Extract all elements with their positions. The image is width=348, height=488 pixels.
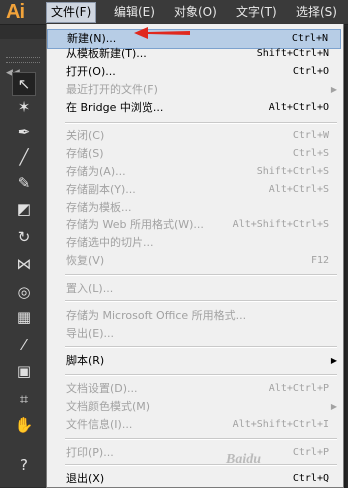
submenu-arrow-icon: ▶ (330, 85, 337, 94)
annotation-arrow-icon (134, 27, 190, 39)
menu-item-label: 存储为 Web 所用格式(W)... (66, 218, 204, 231)
menu-item-label: 存储为模板... (66, 201, 132, 214)
submenu-arrow-icon: ▶ (330, 356, 337, 365)
symbol-sprayer-icon[interactable]: ▣ (13, 360, 35, 382)
menu-separator (65, 122, 337, 124)
menu-item-shortcut: Shift+Ctrl+N (256, 48, 329, 59)
menu-item-label: 关闭(C) (66, 129, 105, 142)
menu-separator (65, 346, 337, 348)
menu-item-save-copy: 存储副本(Y)... Alt+Ctrl+S (47, 181, 341, 199)
selection-tool-icon[interactable]: ↖ (12, 72, 36, 96)
menu-separator (65, 300, 337, 302)
menu-select[interactable]: 选择(S) (292, 3, 341, 22)
menu-type[interactable]: 文字(T) (232, 3, 281, 22)
menu-item-recent-files: 最近打开的文件(F) ▶ (47, 81, 341, 99)
menu-item-label: 从模板新建(T)... (66, 47, 147, 60)
menu-item-print: 打印(P)... Ctrl+P (47, 444, 341, 462)
submenu-arrow-icon: ▶ (330, 402, 337, 411)
eyedropper-icon[interactable]: ⁄ (13, 334, 35, 356)
menu-item-shortcut: Ctrl+O (292, 66, 329, 77)
hand-icon[interactable]: ✋ (13, 414, 35, 436)
mesh-icon[interactable]: ▦ (13, 306, 35, 328)
paintbrush-icon[interactable]: ✎ (13, 172, 35, 194)
menu-item-export: 导出(E)... (47, 325, 341, 343)
menu-item-label: 恢复(V) (66, 254, 105, 267)
menu-item-label: 存储副本(Y)... (66, 183, 136, 196)
menu-item-label: 存储为 Microsoft Office 所用格式... (66, 309, 247, 322)
menu-item-save-as-template: 存储为模板... (47, 199, 341, 217)
shape-builder-icon[interactable]: ◎ (13, 281, 35, 303)
menu-item-shortcut: Alt+Ctrl+O (268, 102, 329, 113)
menu-separator (65, 274, 337, 276)
menu-item-label: 退出(X) (66, 472, 105, 485)
menu-item-shortcut: Ctrl+Q (292, 473, 329, 484)
menu-item-shortcut: F12 (310, 255, 329, 266)
menu-item-label: 打开(O)... (66, 65, 116, 78)
menu-item-save-for-office: 存储为 Microsoft Office 所用格式... (47, 307, 341, 325)
menu-separator (65, 438, 337, 440)
menu-item-shortcut: Alt+Ctrl+S (268, 184, 329, 195)
eraser-icon[interactable]: ◩ (13, 198, 35, 220)
menu-item-shortcut: Ctrl+S (292, 148, 329, 159)
menu-item-browse-in-bridge[interactable]: 在 Bridge 中浏览... Alt+Ctrl+O (47, 99, 341, 117)
menu-item-shortcut: Ctrl+W (292, 130, 329, 141)
menu-file[interactable]: 文件(F) (46, 2, 97, 23)
menu-item-save-for-web: 存储为 Web 所用格式(W)... Alt+Shift+Ctrl+S (47, 216, 341, 234)
magic-wand-icon[interactable]: ✶ (13, 96, 35, 118)
menu-item-label: 置入(L)... (66, 282, 114, 295)
watermark: Baidu (226, 452, 262, 467)
menu-item-save-as: 存储为(A)... Shift+Ctrl+S (47, 163, 341, 181)
menu-item-document-setup: 文档设置(D)... Alt+Ctrl+P (47, 380, 341, 398)
width-tool-icon[interactable]: ⋈ (13, 253, 35, 275)
menu-item-revert: 恢复(V) F12 (47, 252, 341, 270)
menu-item-label: 最近打开的文件(F) (66, 83, 158, 96)
menu-item-open[interactable]: 打开(O)... Ctrl+O (47, 63, 341, 81)
menu-item-label: 脚本(R) (66, 354, 105, 367)
menu-item-label: 文件信息(I)... (66, 418, 133, 431)
menu-item-save-selected-slices: 存储选中的切片... (47, 234, 341, 252)
menu-bar: Ai 文件(F) 编辑(E) 对象(O) 文字(T) 选择(S) (0, 0, 348, 25)
illustrator-logo: Ai (6, 1, 25, 23)
help-icon[interactable]: ? (13, 454, 35, 476)
menu-edit[interactable]: 编辑(E) (110, 3, 159, 22)
menu-item-scripts[interactable]: 脚本(R) ▶ (47, 352, 341, 370)
tools-panel: ◀◀ ↖✶✒╱✎◩↻⋈◎▦⁄▣⌗✋? (0, 25, 47, 487)
artboard-icon[interactable]: ⌗ (13, 388, 35, 410)
menu-separator (65, 464, 337, 466)
menu-item-label: 存储(S) (66, 147, 104, 160)
line-tool-icon[interactable]: ╱ (13, 146, 35, 168)
menu-object[interactable]: 对象(O) (170, 3, 221, 22)
menu-item-shortcut: Shift+Ctrl+S (256, 166, 329, 177)
menu-item-shortcut: Alt+Shift+Ctrl+S (232, 219, 329, 230)
menu-item-shortcut: Alt+Ctrl+P (268, 383, 329, 394)
menu-item-label: 存储选中的切片... (66, 236, 154, 249)
file-menu-dropdown: 新建(N)... Ctrl+N 从模板新建(T)... Shift+Ctrl+N 打开(… (46, 24, 344, 488)
menu-item-close: 关闭(C) Ctrl+W (47, 127, 341, 145)
rotate-icon[interactable]: ↻ (13, 226, 35, 248)
menu-separator (65, 374, 337, 376)
menu-item-label: 在 Bridge 中浏览... (66, 101, 164, 114)
menu-item-shortcut: Alt+Shift+Ctrl+I (232, 419, 329, 430)
menu-item-label: 文档颜色模式(M) (66, 400, 151, 413)
panel-grip[interactable] (0, 25, 46, 39)
menu-item-file-info: 文件信息(I)... Alt+Shift+Ctrl+I (47, 416, 341, 434)
menu-item-label: 存储为(A)... (66, 165, 126, 178)
menu-item-label: 导出(E)... (66, 327, 115, 340)
pen-tool-icon[interactable]: ✒ (13, 121, 35, 143)
menu-item-save: 存储(S) Ctrl+S (47, 145, 341, 163)
menu-item-place: 置入(L)... (47, 280, 341, 298)
menu-item-label: 文档设置(D)... (66, 382, 138, 395)
panel-drag-handle[interactable] (6, 57, 40, 63)
menu-item-shortcut: Ctrl+P (292, 447, 329, 458)
menu-item-exit[interactable]: 退出(X) Ctrl+Q (47, 470, 341, 488)
menu-item-label: 打印(P)... (66, 446, 114, 459)
menu-item-document-color-mode: 文档颜色模式(M) ▶ (47, 398, 341, 416)
menu-item-new-from-template[interactable]: 从模板新建(T)... Shift+Ctrl+N (47, 45, 341, 63)
